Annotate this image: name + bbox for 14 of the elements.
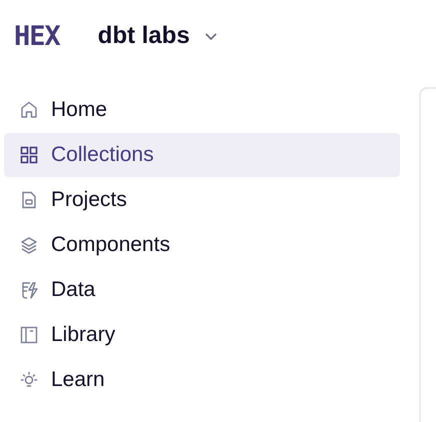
house-icon [19,100,39,120]
nav-item[interactable]: Data [4,268,400,312]
grid-icon [19,145,39,165]
layers-icon [19,235,39,255]
nav-item[interactable]: Projects [4,178,400,222]
book-icon [19,325,39,345]
nav-item[interactable]: Learn [4,358,400,402]
nav-item[interactable]: Components [4,223,400,267]
nav-item[interactable]: Home [4,88,400,132]
logo: HEX [14,22,60,50]
nav-item[interactable]: Library [4,313,400,357]
nav-item[interactable]: Collections [4,133,400,177]
workspace-switcher[interactable]: dbt labs [98,22,218,50]
chevron-down-icon [204,32,218,40]
